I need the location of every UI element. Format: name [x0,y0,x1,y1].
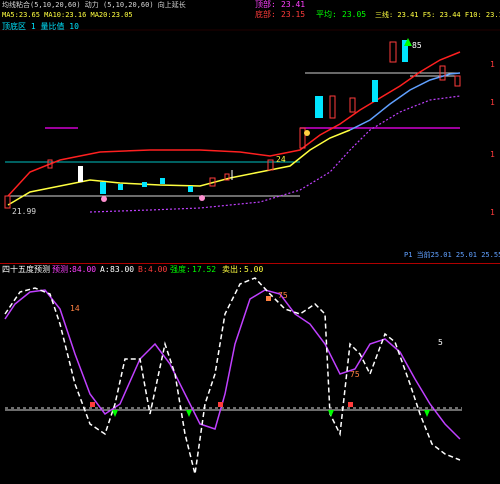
bottom-right-status: P1 当前25.01 25.01 25.55 [404,251,500,259]
forecast-value: 84.00 [72,265,97,274]
sell-value: 5.00 [244,265,264,274]
indicator-subline: 顶底区 1 量比值 10 [2,22,79,31]
candle-up [299,127,306,149]
ma-values: MA5:23.65 MA10:23.16 MA20:23.05 [2,11,133,19]
average-label: 平均: [316,10,337,19]
red-signal-marker [348,402,353,407]
b-label: B: [138,265,148,274]
candle-down [315,96,323,118]
pink-signal-dot [101,196,107,202]
top-value: 23.41 [281,0,306,9]
red-signal-marker [218,402,223,407]
candle-down [100,182,106,194]
signal-dot [304,130,310,136]
right-axis-tick: 1 [490,150,495,159]
right-axis-tick: 1 [490,208,495,217]
candle-up [329,95,336,119]
bottom-value: 23.15 [281,10,306,19]
candle-down [372,80,378,102]
ma-yellow-line [7,129,351,206]
strength-value: 17.52 [192,265,217,274]
ma-blue-line [349,72,461,131]
candle-down [142,182,147,187]
price-chart-panel[interactable]: 均线粘合(5,10,20,60) 动力 (5,10,20,60) 向上延长 MA… [0,0,500,264]
price-chart-canvas[interactable] [0,0,500,264]
sell-label: 卖出: [222,265,243,274]
bottom-label: 底部: [255,10,276,19]
ma-purple-dotted-line [89,95,461,213]
green-down-arrow-marker [186,410,192,417]
indicator-formula: 均线粘合(5,10,20,60) 动力 (5,10,20,60) 向上延长 [2,1,186,9]
mid-label: 24 [276,155,286,164]
candle-down [118,184,123,190]
point-label: 75 [350,370,360,379]
low-price-label: 21.99 [12,207,37,216]
candle-up [389,41,397,63]
right-axis-tick: 1 [490,60,495,69]
green-down-arrow-marker [328,410,334,417]
point-label: 14 [70,304,80,313]
candle-up [454,75,461,87]
b-value: 4.00 [148,265,168,274]
candle-down [160,178,165,184]
green-down-arrow-marker [112,410,118,417]
candle-up [349,97,356,113]
ma-red-line [7,51,461,197]
orange-signal-marker [266,296,271,301]
average-value: 23.05 [342,10,367,19]
top-label: 顶部: [255,0,276,9]
extra-values: 三线: 23.41 F5: 23.44 F10: 23.15 [375,11,500,19]
green-down-arrow-marker [424,410,430,417]
a-label: A: [100,265,110,274]
candle-down [188,186,193,192]
forecast-label: 预测: [52,265,73,274]
point-label: 75 [278,291,288,300]
oscillator-canvas[interactable] [0,264,500,484]
red-signal-marker [90,402,95,407]
candle-down [78,166,83,182]
oscillator-title: 四十五度预测 [2,265,50,274]
point-label: 5 [438,338,443,347]
high-price-label: 85 [412,41,422,50]
pink-signal-dot [199,195,205,201]
strength-label: 强度: [170,265,191,274]
oscillator-panel[interactable]: 四十五度预测 预测: 84.00 A: 83.00 B: 4.00 强度: 17… [0,264,500,484]
a-value: 83.00 [110,265,135,274]
right-axis-tick: 1 [490,98,495,107]
candle-up [4,195,11,209]
